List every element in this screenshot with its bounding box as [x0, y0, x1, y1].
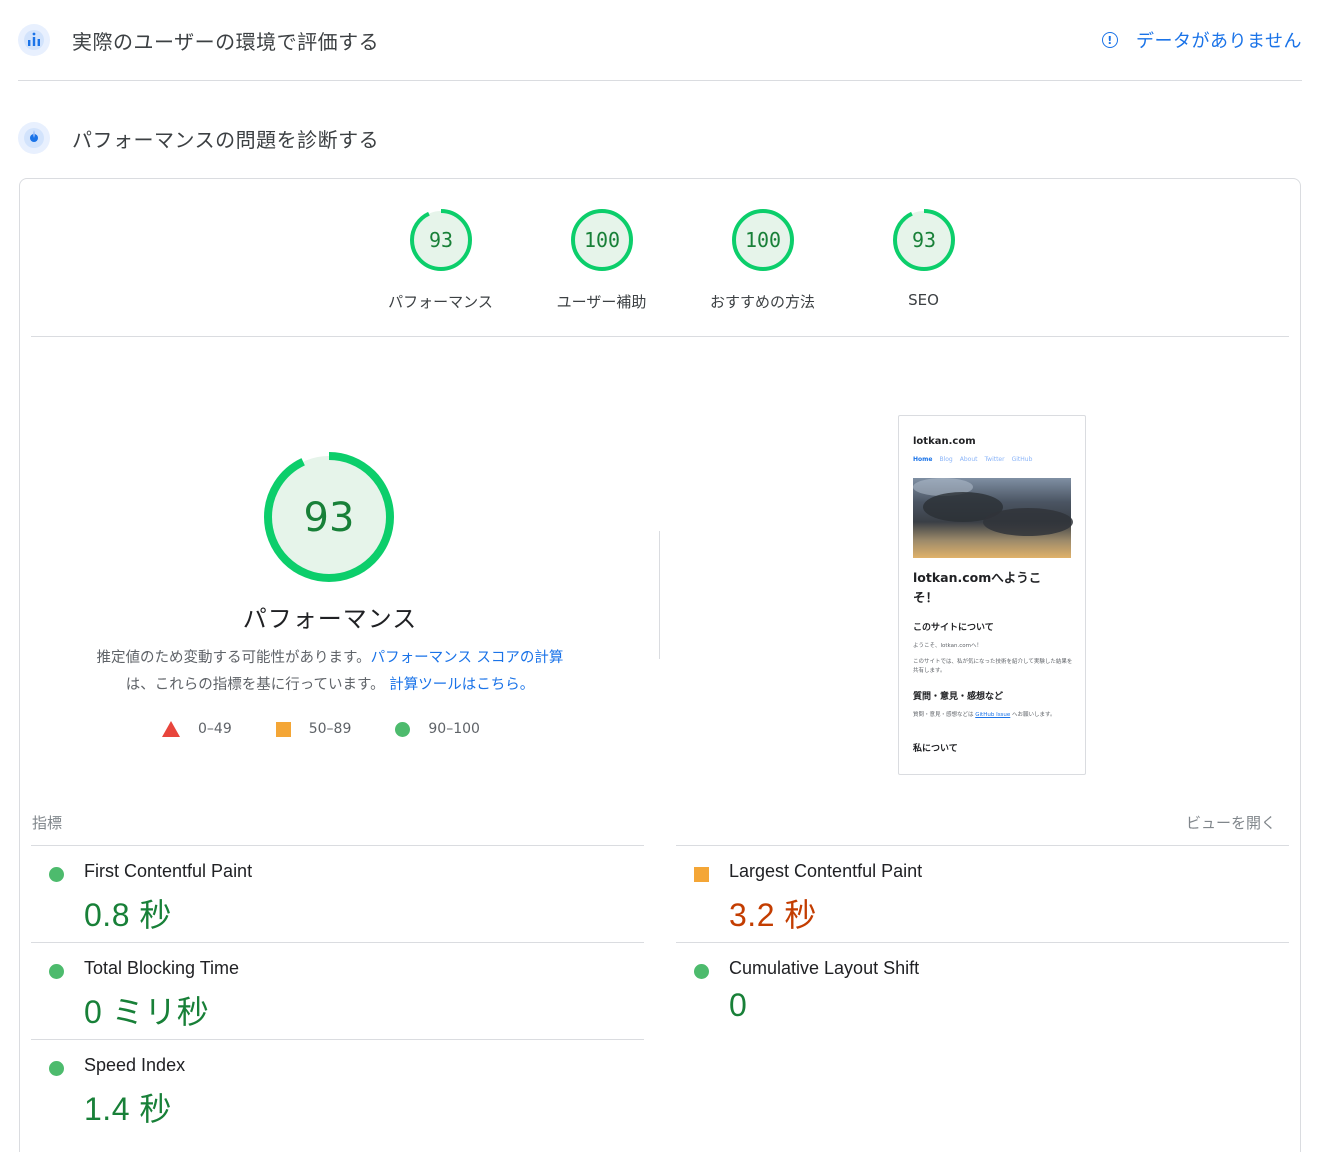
legend-item-pass: 90–100: [395, 721, 480, 737]
screenshot-about-text: このサイトでは、私が気になった技術を紹介して実験した結果を共有します。: [913, 659, 1073, 674]
section-divider: [18, 80, 1302, 81]
svg-text:93: 93: [428, 228, 452, 252]
svg-text:93: 93: [304, 495, 355, 541]
performance-title: パフォーマンス: [242, 605, 418, 633]
gauge-label: SEO: [908, 291, 939, 309]
q-text-2: へお願いします。: [1012, 712, 1056, 718]
metric-name: Speed Index: [84, 1055, 186, 1075]
screenshot-heading: lotkan.comへようこそ！: [913, 570, 1042, 605]
metric-cls: Cumulative Layout Shift 0: [676, 942, 1289, 1039]
screenshot-question-heading: 質問・意見・感想など: [913, 692, 1004, 702]
metric-value: 3.2 秒: [729, 897, 817, 933]
gauge-label: パフォーマンス: [388, 293, 493, 311]
metrics-column-right: Largest Contentful Paint 3.2 秒 Cumulativ…: [676, 845, 1289, 1039]
performance-description: 推定値のため変動する可能性があります。パフォーマンス スコアの計算 は、これらの…: [60, 645, 600, 699]
metric-fcp: First Contentful Paint 0.8 秒: [31, 845, 644, 942]
gauge-label: おすすめの方法: [709, 293, 815, 311]
people-icon: [18, 24, 50, 56]
score-ring: 93: [409, 209, 472, 271]
metric-name: First Contentful Paint: [84, 861, 253, 881]
legend-range: 0–49: [198, 721, 232, 737]
category-gauges: 93 パフォーマンス 100 ユーザー補助 100 おすすめの方法 93 SEO: [360, 207, 1004, 312]
field-data-header: 実際のユーザーの環境で評価する ! データがありません: [18, 20, 1302, 60]
screenshot-question-text: 質問・意見・感想などは GitHub Issue へお願いします。: [913, 711, 1073, 720]
no-data-label: データがありません: [1136, 31, 1302, 52]
score-ring: 93: [892, 209, 955, 271]
q-link: GitHub Issue: [975, 712, 1011, 718]
info-icon: !: [1102, 32, 1119, 48]
metric-tbt: Total Blocking Time 0 ミリ秒: [31, 942, 644, 1039]
svg-text:100: 100: [583, 228, 619, 252]
metric-value: 0 ミリ秒: [84, 994, 210, 1030]
nav-item: Twitter: [984, 456, 1005, 463]
screenshot-about-heading: このサイトについて: [913, 623, 994, 633]
desc-text-1: 推定値のため変動する可能性があります。: [96, 650, 371, 666]
screenshot-nav: Home Blog About Twitter GitHub: [913, 456, 1039, 463]
metric-lcp: Largest Contentful Paint 3.2 秒: [676, 845, 1289, 942]
screenshot-me-heading: 私について: [913, 744, 958, 754]
score-legend: 0–49 50–89 90–100: [162, 721, 524, 737]
lighthouse-icon: [18, 122, 50, 154]
circle-icon: [395, 721, 411, 737]
square-icon: [275, 721, 291, 737]
final-screenshot[interactable]: lotkan.com Home Blog About Twitter GitHu…: [898, 415, 1086, 775]
vertical-divider: [659, 531, 660, 659]
nav-item: About: [959, 456, 978, 463]
desc-text-2: は、これらの指標を基に行っています。: [125, 677, 385, 693]
metric-name: Largest Contentful Paint: [729, 861, 923, 881]
nav-item: Blog: [939, 456, 953, 463]
average-square-icon: [694, 867, 709, 882]
gauge-performance[interactable]: 93 パフォーマンス: [360, 207, 521, 312]
diagnose-title: パフォーマンスの問題を診断する: [72, 127, 380, 152]
metric-speed-index: Speed Index 1.4 秒: [31, 1039, 644, 1136]
score-ring: 100: [731, 209, 794, 271]
svg-text:100: 100: [744, 228, 780, 252]
triangle-icon: [162, 721, 180, 737]
q-text: 質問・意見・感想などは: [913, 712, 974, 718]
pass-circle-icon: [49, 867, 64, 882]
legend-range: 90–100: [428, 721, 480, 737]
expand-view-button[interactable]: ビューを開く: [1186, 812, 1276, 833]
legend-range: 50–89: [308, 721, 352, 737]
field-data-title: 実際のユーザーの環境で評価する: [72, 29, 380, 54]
metrics-column-left: First Contentful Paint 0.8 秒 Total Block…: [31, 845, 644, 1136]
report-card: 93 パフォーマンス 100 ユーザー補助 100 おすすめの方法 93 SEO…: [19, 178, 1301, 1152]
gauges-divider: [31, 336, 1289, 337]
screenshot-site-name: lotkan.com: [913, 436, 976, 447]
legend-item-fail: 0–49: [162, 721, 232, 737]
legend-item-average: 50–89: [275, 721, 352, 737]
nav-item: GitHub: [1011, 456, 1033, 463]
metric-value: 1.4 秒: [84, 1091, 172, 1127]
metric-value: 0: [729, 987, 748, 1023]
metric-name: Cumulative Layout Shift: [729, 958, 920, 978]
pass-circle-icon: [694, 964, 709, 979]
score-calc-link[interactable]: パフォーマンス スコアの計算: [371, 650, 564, 666]
pass-circle-icon: [49, 1061, 64, 1076]
screenshot-about-line: ようこそ、lotkan.comへ！: [913, 643, 982, 649]
nav-item: Home: [913, 456, 933, 463]
no-data-link[interactable]: ! データがありません: [1102, 27, 1302, 53]
gauge-seo[interactable]: 93 SEO: [843, 207, 1004, 312]
score-ring: 100: [570, 209, 633, 271]
metrics-label: 指標: [32, 814, 63, 832]
svg-text:93: 93: [911, 228, 935, 252]
gauge-best-practices[interactable]: 100 おすすめの方法: [682, 207, 843, 312]
performance-score-gauge: 93: [264, 452, 394, 582]
gauge-accessibility[interactable]: 100 ユーザー補助: [521, 207, 682, 312]
screenshot-hero-image: [913, 478, 1073, 558]
gauge-label: ユーザー補助: [556, 293, 647, 311]
calculator-link[interactable]: 計算ツールはこちら。: [389, 677, 534, 693]
diagnose-header: パフォーマンスの問題を診断する: [18, 118, 1302, 158]
metric-value: 0.8 秒: [84, 897, 172, 933]
pass-circle-icon: [49, 964, 64, 979]
metric-name: Total Blocking Time: [84, 958, 240, 978]
